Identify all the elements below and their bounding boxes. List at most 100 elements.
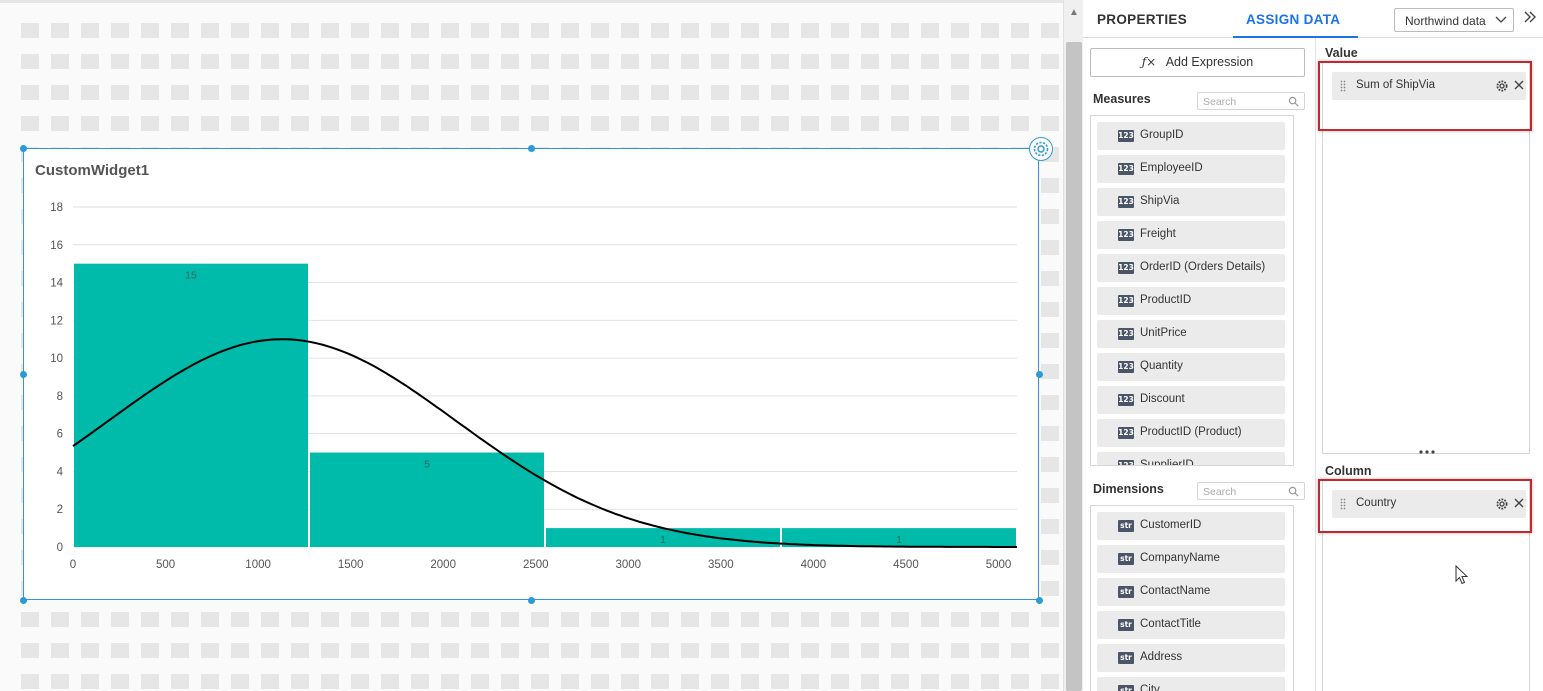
- dimension-field-item[interactable]: str CompanyName: [1097, 545, 1285, 573]
- custom-widget[interactable]: 0 2 4 6 8 10 12 14 16 18 15 5 1 1 0 500 1000 1500 2000 2500…: [20, 137, 1053, 604]
- canvas-grid-cell: [21, 23, 39, 38]
- resize-handle-middle-left[interactable]: [20, 371, 27, 378]
- measure-field-item[interactable]: 123 Freight: [1097, 221, 1285, 249]
- datasource-dropdown[interactable]: Northwind data: [1394, 8, 1514, 32]
- measure-field-item[interactable]: 123 ProductID: [1097, 287, 1285, 315]
- measure-field-item[interactable]: 123 SupplierID: [1097, 452, 1285, 465]
- measure-field-item[interactable]: 123 UnitPrice: [1097, 320, 1285, 348]
- canvas-grid-cell: [261, 643, 279, 658]
- column-field-pill[interactable]: Country: [1332, 490, 1526, 518]
- canvas-grid-cell: [501, 85, 519, 100]
- canvas-grid-cell: [651, 674, 669, 689]
- dimension-field-item[interactable]: str ContactName: [1097, 578, 1285, 606]
- resize-handle-bottom-right[interactable]: [1036, 597, 1043, 604]
- canvas-grid-cell: [81, 612, 99, 627]
- canvas-grid-cell: [171, 85, 189, 100]
- canvas-grid-cell: [51, 612, 69, 627]
- resize-handle-top-center[interactable]: [528, 145, 535, 152]
- canvas-grid-cell: [1041, 457, 1059, 472]
- canvas-grid-cell: [21, 85, 39, 100]
- canvas-grid-cell: [351, 23, 369, 38]
- canvas-grid-cell: [621, 54, 639, 69]
- scrollbar-thumb[interactable]: [1066, 42, 1082, 691]
- canvas-grid-cell: [741, 54, 759, 69]
- canvas-grid-cell: [201, 643, 219, 658]
- resize-handle-middle-right[interactable]: [1036, 371, 1043, 378]
- canvas-scrollbar[interactable]: ▲: [1063, 0, 1083, 691]
- add-expression-button[interactable]: ƒ× Add Expression: [1090, 48, 1305, 77]
- canvas-grid-cell: [531, 643, 549, 658]
- canvas-grid-cell: [1041, 550, 1059, 565]
- close-icon[interactable]: [1513, 79, 1525, 91]
- drag-handle-icon[interactable]: [1340, 498, 1346, 510]
- canvas-grid-cell: [801, 116, 819, 131]
- canvas-grid-cell: [1041, 488, 1059, 503]
- dimensions-list[interactable]: str CustomerID str CompanyName str ContactNam…: [1090, 505, 1294, 691]
- collapse-panel-button[interactable]: [1523, 10, 1539, 28]
- measure-field-name: Freight: [1140, 228, 1176, 240]
- measure-field-item[interactable]: 123 ShipVia: [1097, 188, 1285, 216]
- canvas-grid-cell: [1041, 85, 1059, 100]
- dimension-field-item[interactable]: str Address: [1097, 644, 1285, 672]
- value-field-pill[interactable]: Sum of ShipVia: [1332, 72, 1526, 100]
- canvas-grid-cell: [831, 116, 849, 131]
- resize-handle-bottom-left[interactable]: [20, 597, 27, 604]
- canvas-grid-cell: [681, 116, 699, 131]
- measure-field-item[interactable]: 123 EmployeeID: [1097, 155, 1285, 183]
- canvas-grid-cell: [111, 85, 129, 100]
- canvas-grid-cell: [441, 54, 459, 69]
- measure-field-name: GroupID: [1140, 129, 1184, 141]
- x-tick-label: 4500: [893, 559, 919, 571]
- string-type-icon: str: [1118, 619, 1134, 631]
- number-type-icon: 123: [1118, 130, 1134, 142]
- splitter-dots-icon[interactable]: [1418, 449, 1436, 455]
- measure-field-item[interactable]: 123 ProductID (Product): [1097, 419, 1285, 447]
- histogram-bar[interactable]: [74, 263, 308, 547]
- dimension-field-item[interactable]: str CustomerID: [1097, 512, 1285, 540]
- canvas-grid-cell: [171, 23, 189, 38]
- canvas-grid-cell: [741, 674, 759, 689]
- canvas-grid-cell: [501, 674, 519, 689]
- x-tick-label: 2500: [523, 559, 549, 571]
- canvas-grid-cell: [801, 612, 819, 627]
- drag-handle-icon[interactable]: [1340, 80, 1346, 92]
- number-type-icon: 123: [1118, 196, 1134, 208]
- value-drop-zone[interactable]: Sum of ShipVia: [1318, 61, 1532, 454]
- canvas-grid-cell: [831, 643, 849, 658]
- canvas-grid-cell: [891, 612, 909, 627]
- tab-properties[interactable]: PROPERTIES: [1097, 12, 1187, 27]
- canvas-grid-cell: [141, 23, 159, 38]
- canvas-grid-cell: [501, 23, 519, 38]
- measures-search-input[interactable]: Search: [1197, 92, 1305, 110]
- gear-icon[interactable]: [1495, 497, 1509, 511]
- dimensions-search-input[interactable]: Search: [1197, 482, 1305, 500]
- measures-list[interactable]: 123 GroupID 123 EmployeeID 123 ShipVia 123 Frei…: [1090, 115, 1294, 466]
- measure-field-name: EmployeeID: [1140, 162, 1203, 174]
- measure-field-name: Quantity: [1140, 360, 1183, 372]
- measure-field-item[interactable]: 123 Quantity: [1097, 353, 1285, 381]
- column-drop-zone[interactable]: Country: [1318, 479, 1532, 691]
- add-expression-label: Add Expression: [1165, 55, 1254, 69]
- canvas-grid-cell: [591, 116, 609, 131]
- measure-field-item[interactable]: 123 GroupID: [1097, 122, 1285, 150]
- measure-field-item[interactable]: 123 OrderID (Orders Details): [1097, 254, 1285, 282]
- gear-icon[interactable]: [1495, 79, 1509, 93]
- measure-field-item[interactable]: 123 Discount: [1097, 386, 1285, 414]
- tab-assign-data[interactable]: ASSIGN DATA: [1246, 12, 1340, 27]
- dimension-field-item[interactable]: str ContactTitle: [1097, 611, 1285, 639]
- widget-settings-gear-icon[interactable]: [1029, 137, 1053, 161]
- resize-handle-top-left[interactable]: [20, 145, 27, 152]
- canvas-grid-cell: [801, 643, 819, 658]
- canvas-grid-cell: [321, 674, 339, 689]
- resize-handle-bottom-center[interactable]: [528, 597, 535, 604]
- dimension-field-name: City: [1140, 684, 1160, 691]
- dimension-field-item[interactable]: str City: [1097, 677, 1285, 691]
- canvas-grid-cell: [51, 85, 69, 100]
- dashboard-canvas[interactable]: 0 2 4 6 8 10 12 14 16 18 15 5 1 1 0 500 1000 1500 2000 2500…: [0, 0, 1063, 691]
- y-tick-label: 10: [50, 353, 63, 365]
- canvas-grid-cell: [1011, 116, 1029, 131]
- close-icon[interactable]: [1513, 497, 1525, 509]
- canvas-grid-cell: [261, 612, 279, 627]
- scroll-up-arrow-icon[interactable]: ▲: [1064, 6, 1084, 20]
- canvas-grid-cell: [231, 85, 249, 100]
